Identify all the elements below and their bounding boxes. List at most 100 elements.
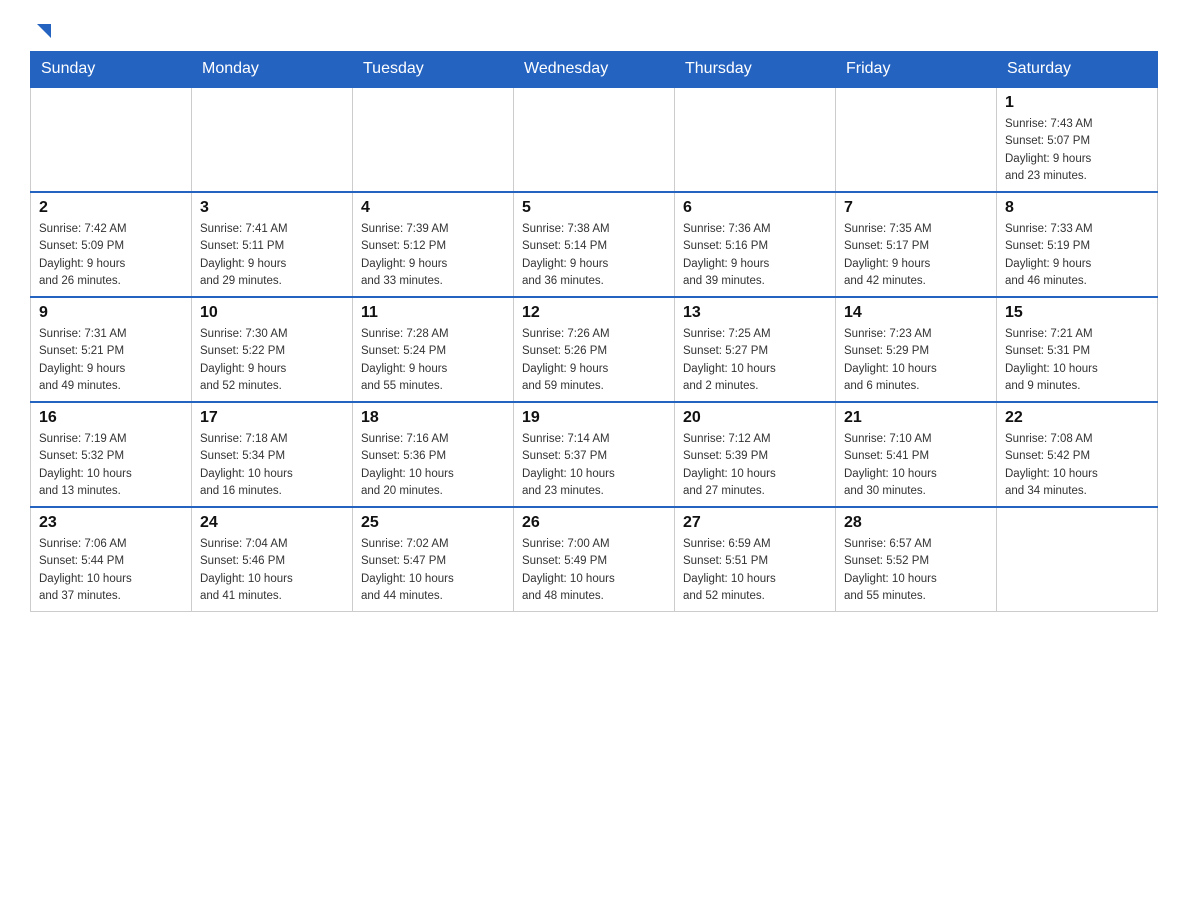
day-number: 17 (200, 409, 344, 427)
day-number: 14 (844, 304, 988, 322)
weekday-header-friday: Friday (836, 52, 997, 88)
day-number: 19 (522, 409, 666, 427)
weekday-header-tuesday: Tuesday (353, 52, 514, 88)
logo (30, 20, 55, 41)
calendar-cell: 25 Sunrise: 7:02 AMSunset: 5:47 PMDayligh… (353, 507, 514, 612)
day-info: Sunrise: 7:41 AMSunset: 5:11 PMDaylight:… (200, 221, 344, 290)
week-row-1: 1 Sunrise: 7:43 AMSunset: 5:07 PMDaylight… (31, 87, 1158, 192)
day-info: Sunrise: 7:14 AMSunset: 5:37 PMDaylight:… (522, 431, 666, 500)
day-number: 15 (1005, 304, 1149, 322)
day-number: 28 (844, 514, 988, 532)
day-info: Sunrise: 7:04 AMSunset: 5:46 PMDaylight:… (200, 536, 344, 605)
calendar-cell: 4 Sunrise: 7:39 AMSunset: 5:12 PMDaylight… (353, 192, 514, 297)
day-info: Sunrise: 7:35 AMSunset: 5:17 PMDaylight:… (844, 221, 988, 290)
day-number: 10 (200, 304, 344, 322)
calendar-cell: 24 Sunrise: 7:04 AMSunset: 5:46 PMDayligh… (192, 507, 353, 612)
day-number: 7 (844, 199, 988, 217)
day-number: 25 (361, 514, 505, 532)
calendar-cell: 28Sunrise: 6:57 AMSunset: 5:52 PMDayligh… (836, 507, 997, 612)
day-info: Sunrise: 7:10 AMSunset: 5:41 PMDaylight:… (844, 431, 988, 500)
day-info: Sunrise: 7:39 AMSunset: 5:12 PMDaylight:… (361, 221, 505, 290)
page-header (30, 20, 1158, 41)
calendar-cell: 1 Sunrise: 7:43 AMSunset: 5:07 PMDaylight… (997, 87, 1158, 192)
day-number: 26 (522, 514, 666, 532)
day-number: 5 (522, 199, 666, 217)
day-number: 27 (683, 514, 827, 532)
week-row-2: 2 Sunrise: 7:42 AMSunset: 5:09 PMDaylight… (31, 192, 1158, 297)
week-row-5: 23Sunrise: 7:06 AMSunset: 5:44 PMDayligh… (31, 507, 1158, 612)
day-info: Sunrise: 7:18 AMSunset: 5:34 PMDaylight:… (200, 431, 344, 500)
calendar-cell: 26 Sunrise: 7:00 AMSunset: 5:49 PMDayligh… (514, 507, 675, 612)
day-number: 4 (361, 199, 505, 217)
weekday-header-sunday: Sunday (31, 52, 192, 88)
day-info: Sunrise: 7:16 AMSunset: 5:36 PMDaylight:… (361, 431, 505, 500)
calendar-cell: 18 Sunrise: 7:16 AMSunset: 5:36 PMDayligh… (353, 402, 514, 507)
day-info: Sunrise: 7:38 AMSunset: 5:14 PMDaylight:… (522, 221, 666, 290)
day-info: Sunrise: 7:21 AMSunset: 5:31 PMDaylight:… (1005, 326, 1149, 395)
day-number: 2 (39, 199, 183, 217)
calendar-cell: 6 Sunrise: 7:36 AMSunset: 5:16 PMDaylight… (675, 192, 836, 297)
day-info: Sunrise: 7:28 AMSunset: 5:24 PMDaylight:… (361, 326, 505, 395)
calendar-cell: 9 Sunrise: 7:31 AMSunset: 5:21 PMDaylight… (31, 297, 192, 402)
day-number: 9 (39, 304, 183, 322)
calendar-cell: 2 Sunrise: 7:42 AMSunset: 5:09 PMDaylight… (31, 192, 192, 297)
day-info: Sunrise: 6:59 AMSunset: 5:51 PMDaylight:… (683, 536, 827, 605)
day-info: Sunrise: 7:42 AMSunset: 5:09 PMDaylight:… (39, 221, 183, 290)
day-number: 24 (200, 514, 344, 532)
day-info: Sunrise: 7:19 AMSunset: 5:32 PMDaylight:… (39, 431, 183, 500)
calendar-cell: 11 Sunrise: 7:28 AMSunset: 5:24 PMDayligh… (353, 297, 514, 402)
weekday-header-monday: Monday (192, 52, 353, 88)
day-info: Sunrise: 7:33 AMSunset: 5:19 PMDaylight:… (1005, 221, 1149, 290)
weekday-header-row: SundayMondayTuesdayWednesdayThursdayFrid… (31, 52, 1158, 88)
calendar-cell: 12Sunrise: 7:26 AMSunset: 5:26 PMDayligh… (514, 297, 675, 402)
calendar-cell (353, 87, 514, 192)
day-number: 8 (1005, 199, 1149, 217)
day-number: 1 (1005, 94, 1149, 112)
calendar-cell: 20 Sunrise: 7:12 AMSunset: 5:39 PMDayligh… (675, 402, 836, 507)
calendar-cell: 21 Sunrise: 7:10 AMSunset: 5:41 PMDayligh… (836, 402, 997, 507)
calendar-cell: 7 Sunrise: 7:35 AMSunset: 5:17 PMDaylight… (836, 192, 997, 297)
day-info: Sunrise: 7:00 AMSunset: 5:49 PMDaylight:… (522, 536, 666, 605)
weekday-header-saturday: Saturday (997, 52, 1158, 88)
week-row-3: 9 Sunrise: 7:31 AMSunset: 5:21 PMDaylight… (31, 297, 1158, 402)
day-info: Sunrise: 7:43 AMSunset: 5:07 PMDaylight:… (1005, 116, 1149, 185)
day-number: 21 (844, 409, 988, 427)
calendar-cell: 3 Sunrise: 7:41 AMSunset: 5:11 PMDaylight… (192, 192, 353, 297)
day-number: 11 (361, 304, 505, 322)
day-number: 6 (683, 199, 827, 217)
day-info: Sunrise: 7:12 AMSunset: 5:39 PMDaylight:… (683, 431, 827, 500)
calendar-cell: 23Sunrise: 7:06 AMSunset: 5:44 PMDayligh… (31, 507, 192, 612)
day-info: Sunrise: 7:36 AMSunset: 5:16 PMDaylight:… (683, 221, 827, 290)
calendar-cell: 19 Sunrise: 7:14 AMSunset: 5:37 PMDayligh… (514, 402, 675, 507)
day-number: 18 (361, 409, 505, 427)
day-number: 20 (683, 409, 827, 427)
calendar-cell (192, 87, 353, 192)
calendar-cell: 13 Sunrise: 7:25 AMSunset: 5:27 PMDayligh… (675, 297, 836, 402)
day-info: Sunrise: 7:02 AMSunset: 5:47 PMDaylight:… (361, 536, 505, 605)
day-number: 12 (522, 304, 666, 322)
day-info: Sunrise: 7:23 AMSunset: 5:29 PMDaylight:… (844, 326, 988, 395)
day-number: 13 (683, 304, 827, 322)
calendar-cell: 16 Sunrise: 7:19 AMSunset: 5:32 PMDayligh… (31, 402, 192, 507)
calendar-cell (997, 507, 1158, 612)
day-number: 16 (39, 409, 183, 427)
calendar-cell (675, 87, 836, 192)
calendar-cell (31, 87, 192, 192)
week-row-4: 16 Sunrise: 7:19 AMSunset: 5:32 PMDayligh… (31, 402, 1158, 507)
calendar-cell: 8 Sunrise: 7:33 AMSunset: 5:19 PMDaylight… (997, 192, 1158, 297)
day-info: Sunrise: 7:30 AMSunset: 5:22 PMDaylight:… (200, 326, 344, 395)
day-number: 3 (200, 199, 344, 217)
day-info: Sunrise: 7:31 AMSunset: 5:21 PMDaylight:… (39, 326, 183, 395)
day-info: Sunrise: 7:06 AMSunset: 5:44 PMDaylight:… (39, 536, 183, 605)
day-number: 22 (1005, 409, 1149, 427)
calendar-cell: 22 Sunrise: 7:08 AMSunset: 5:42 PMDayligh… (997, 402, 1158, 507)
calendar-cell: 27 Sunrise: 6:59 AMSunset: 5:51 PMDayligh… (675, 507, 836, 612)
day-info: Sunrise: 7:25 AMSunset: 5:27 PMDaylight:… (683, 326, 827, 395)
weekday-header-wednesday: Wednesday (514, 52, 675, 88)
calendar-cell: 10 Sunrise: 7:30 AMSunset: 5:22 PMDayligh… (192, 297, 353, 402)
calendar-cell (514, 87, 675, 192)
day-info: Sunrise: 7:08 AMSunset: 5:42 PMDaylight:… (1005, 431, 1149, 500)
logo-arrow-icon (33, 20, 55, 47)
calendar-cell: 5 Sunrise: 7:38 AMSunset: 5:14 PMDaylight… (514, 192, 675, 297)
weekday-header-thursday: Thursday (675, 52, 836, 88)
